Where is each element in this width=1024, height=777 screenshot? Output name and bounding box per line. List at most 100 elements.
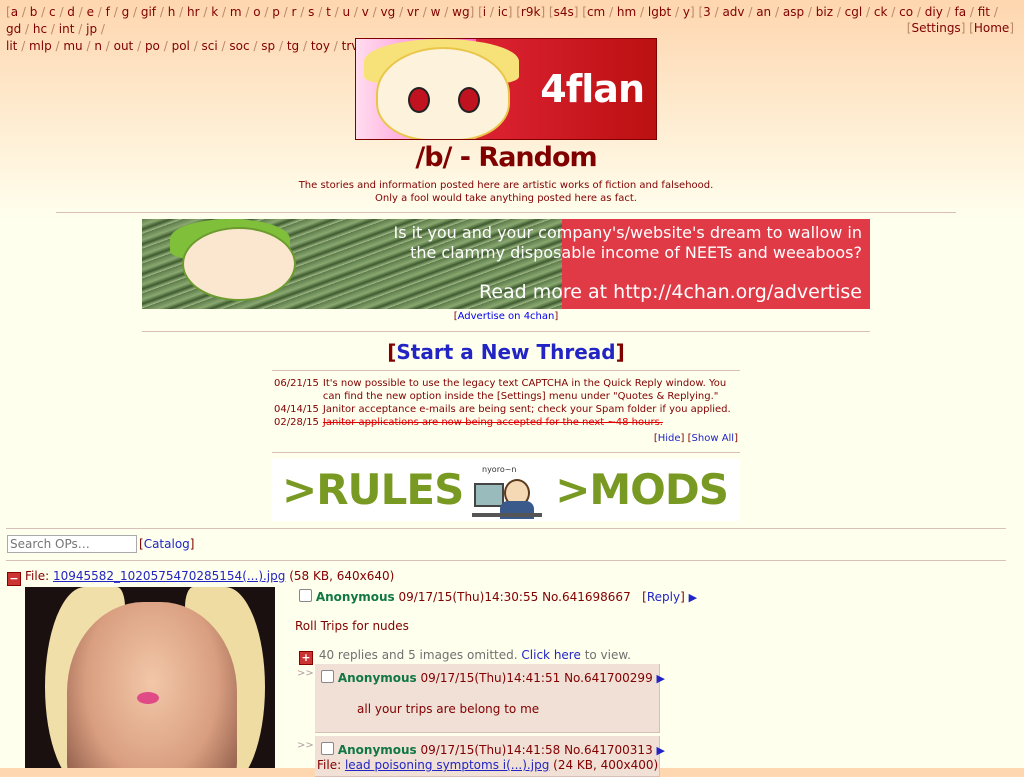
click-here-link[interactable]: Click here (521, 648, 580, 662)
board-link-w[interactable]: w (431, 5, 441, 19)
board-link-v[interactable]: v (362, 5, 369, 19)
hide-thread-minus-icon[interactable]: − (7, 572, 21, 586)
board-link-d[interactable]: d (67, 5, 75, 19)
board-link-sci[interactable]: sci (202, 39, 218, 53)
board-link-adv[interactable]: adv (722, 5, 744, 19)
board-link-fit[interactable]: fit (978, 5, 990, 19)
board-link-gif[interactable]: gif (141, 5, 156, 19)
board-link-diy[interactable]: diy (925, 5, 943, 19)
board-link-biz[interactable]: biz (816, 5, 833, 19)
board-link-u[interactable]: u (342, 5, 350, 19)
board-link-vg[interactable]: vg (381, 5, 396, 19)
reply-datetime: 09/17/15(Thu)14:41:51 (420, 671, 561, 685)
reply-file-link[interactable]: lead poisoning symptoms i(...).jpg (345, 758, 549, 772)
board-link-toy[interactable]: toy (311, 39, 330, 53)
board-link-po[interactable]: po (145, 39, 160, 53)
board-link-e[interactable]: e (87, 5, 94, 19)
board-link-c[interactable]: c (49, 5, 56, 19)
reply-post-number[interactable]: No.641700313 (564, 743, 653, 757)
board-link-sp[interactable]: sp (261, 39, 275, 53)
op-file-meta: (58 KB, 640x640) (289, 569, 395, 583)
board-link-out[interactable]: out (114, 39, 134, 53)
settings-link[interactable]: Settings (911, 21, 960, 35)
op-reply-link[interactable]: Reply (647, 590, 680, 604)
home-link[interactable]: Home (974, 21, 1009, 35)
advertise-link[interactable]: Advertise on 4chan (458, 311, 555, 322)
banner-title: 4flan (540, 67, 645, 111)
post-menu-triangle-icon[interactable]: ▶ (689, 591, 697, 604)
nav-separator: / (74, 22, 87, 36)
nav-separator: / (368, 5, 381, 19)
op-image-thumbnail[interactable] (25, 587, 275, 768)
advertisement-banner[interactable]: Is it you and your company's/website's d… (142, 219, 870, 309)
board-link-int[interactable]: int (59, 22, 75, 36)
board-link-asp[interactable]: asp (783, 5, 804, 19)
nav-separator: / (109, 5, 122, 19)
board-banner: 4flan (355, 38, 657, 140)
board-link-ck[interactable]: ck (874, 5, 888, 19)
board-link-tg[interactable]: tg (287, 39, 299, 53)
rules-link[interactable]: >RULES (282, 465, 464, 514)
board-link-a[interactable]: a (11, 5, 18, 19)
catalog-link[interactable]: Catalog (144, 537, 190, 551)
board-link-soc[interactable]: soc (229, 39, 249, 53)
board-link-3[interactable]: 3 (703, 5, 711, 19)
board-link-hm[interactable]: hm (617, 5, 636, 19)
divider (272, 452, 740, 453)
reply-post-number[interactable]: No.641700299 (564, 671, 653, 685)
board-link-pol[interactable]: pol (172, 39, 190, 53)
expand-thread-plus-icon[interactable]: + (299, 651, 313, 665)
board-link-fa[interactable]: fa (954, 5, 966, 19)
board-link-o[interactable]: o (253, 5, 260, 19)
hide-news-link[interactable]: Hide (658, 433, 681, 444)
board-link-n[interactable]: n (94, 39, 102, 53)
news-date: 04/14/15 (274, 404, 319, 415)
nav-separator: / (133, 39, 145, 53)
board-nav-line1: [a / b / c / d / e / f / g / gif / h / h… (6, 4, 1006, 38)
nav-separator: / (175, 5, 187, 19)
show-all-news-link[interactable]: Show All (692, 433, 735, 444)
nav-separator: / (350, 5, 362, 19)
board-link-an[interactable]: an (756, 5, 771, 19)
board-subtitle-line1: The stories and information posted here … (298, 180, 714, 191)
nav-separator: / (636, 5, 648, 19)
board-link-cm[interactable]: cm (587, 5, 605, 19)
nav-separator: / (418, 5, 431, 19)
board-link-cgl[interactable]: cgl (845, 5, 863, 19)
board-link-lgbt[interactable]: lgbt (648, 5, 671, 19)
reply-file-info: File: lead poisoning symptoms i(...).jpg… (317, 758, 658, 772)
start-new-thread-link[interactable]: Start a New Thread (396, 340, 615, 364)
nav-separator: / (217, 39, 230, 53)
nav-separator: / (218, 5, 230, 19)
op-post-number[interactable]: No.641698667 (542, 590, 631, 604)
rules-mods-banner: >RULES nyoro~n >MODS (272, 459, 740, 521)
board-link-hr[interactable]: hr (187, 5, 200, 19)
board-link-ic[interactable]: ic (498, 5, 508, 19)
board-link-y[interactable]: y (683, 5, 690, 19)
board-link-p[interactable]: p (272, 5, 280, 19)
reply-checkbox[interactable] (321, 670, 334, 683)
board-link-m[interactable]: m (230, 5, 242, 19)
search-ops-input[interactable] (7, 535, 137, 553)
board-link-r9k[interactable]: r9k (521, 5, 541, 19)
op-file-link[interactable]: 10945582_1020575470285154(...).jpg (53, 569, 285, 583)
op-post-checkbox[interactable] (299, 589, 312, 602)
post-menu-triangle-icon[interactable]: ▶ (657, 672, 665, 685)
reply-checkbox[interactable] (321, 742, 334, 755)
reply-datetime: 09/17/15(Thu)14:41:58 (420, 743, 561, 757)
board-link-mlp[interactable]: mlp (29, 39, 52, 53)
board-link-co[interactable]: co (899, 5, 913, 19)
board-link-lit[interactable]: lit (6, 39, 17, 53)
board-link-hc[interactable]: hc (33, 22, 47, 36)
reply-header: Anonymous 09/17/15(Thu)14:41:51 No.64170… (321, 670, 665, 685)
post-menu-triangle-icon[interactable]: ▶ (657, 744, 665, 757)
mods-link[interactable]: >MODS (555, 465, 729, 514)
board-link-gd[interactable]: gd (6, 22, 21, 36)
nav-separator: / (395, 5, 407, 19)
board-link-vr[interactable]: vr (407, 5, 419, 19)
nav-bracket: ] [ (540, 5, 554, 19)
board-link-s4s[interactable]: s4s (554, 5, 574, 19)
board-link-wg[interactable]: wg (452, 5, 469, 19)
board-link-mu[interactable]: mu (63, 39, 82, 53)
board-link-jp[interactable]: jp (86, 22, 97, 36)
